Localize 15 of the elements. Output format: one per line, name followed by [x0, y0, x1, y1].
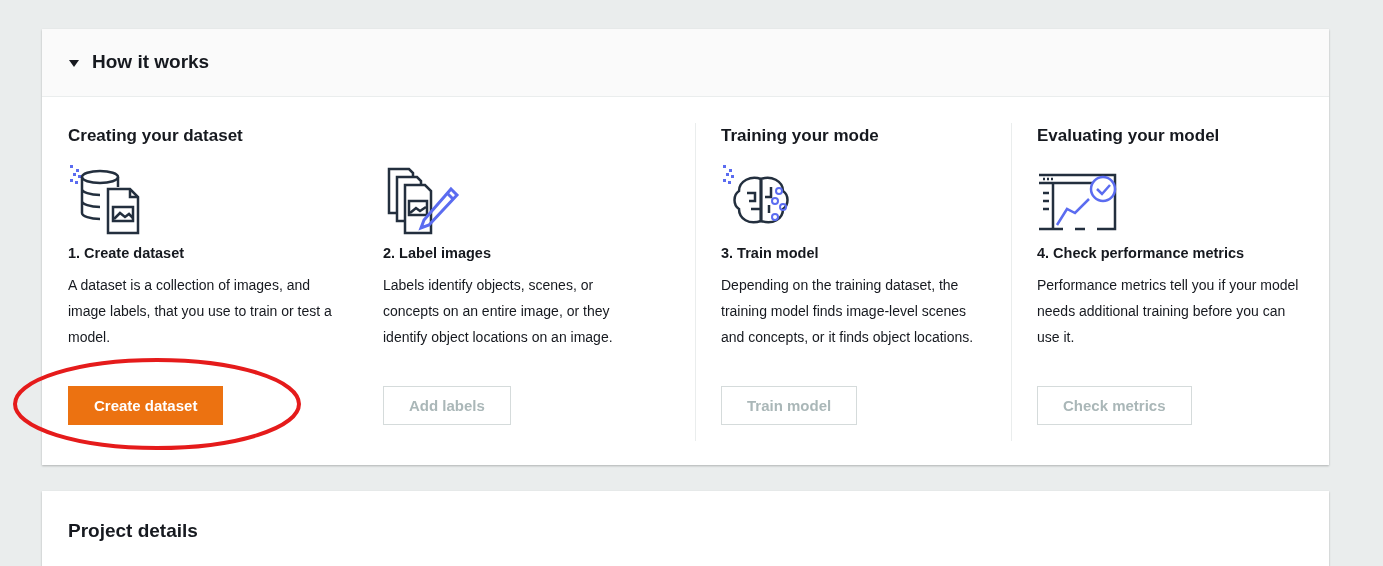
step-title: 4. Check performance metrics	[1037, 243, 1246, 263]
group-title: Training your mode	[721, 125, 880, 147]
step-title: 2. Label images	[383, 243, 492, 263]
step-description: Depending on the training dataset, the training model finds image-level scenes and concepts, or it finds object locations.	[721, 276, 975, 348]
step-description: A dataset is a collection of images, and image labels, that you use to train or test a model.	[68, 276, 333, 348]
group-title: Creating your dataset	[68, 125, 244, 147]
panel-title: Project details	[68, 519, 199, 543]
step-description: Performance metrics tell you if your model needs additional training before you can use it.	[1037, 276, 1300, 348]
step-title: 1. Create dataset	[68, 243, 186, 263]
caret-icon[interactable]	[68, 57, 80, 68]
panel-title[interactable]: How it works	[92, 48, 210, 77]
step-description: Labels identify objects, scenes, or concepts on an entire image, or they identify object locations on an image.	[383, 276, 614, 348]
step-title: 3. Train model	[721, 243, 820, 263]
group-title: Evaluating your model	[1037, 125, 1221, 147]
primary-button[interactable]: Create dataset	[68, 386, 224, 426]
